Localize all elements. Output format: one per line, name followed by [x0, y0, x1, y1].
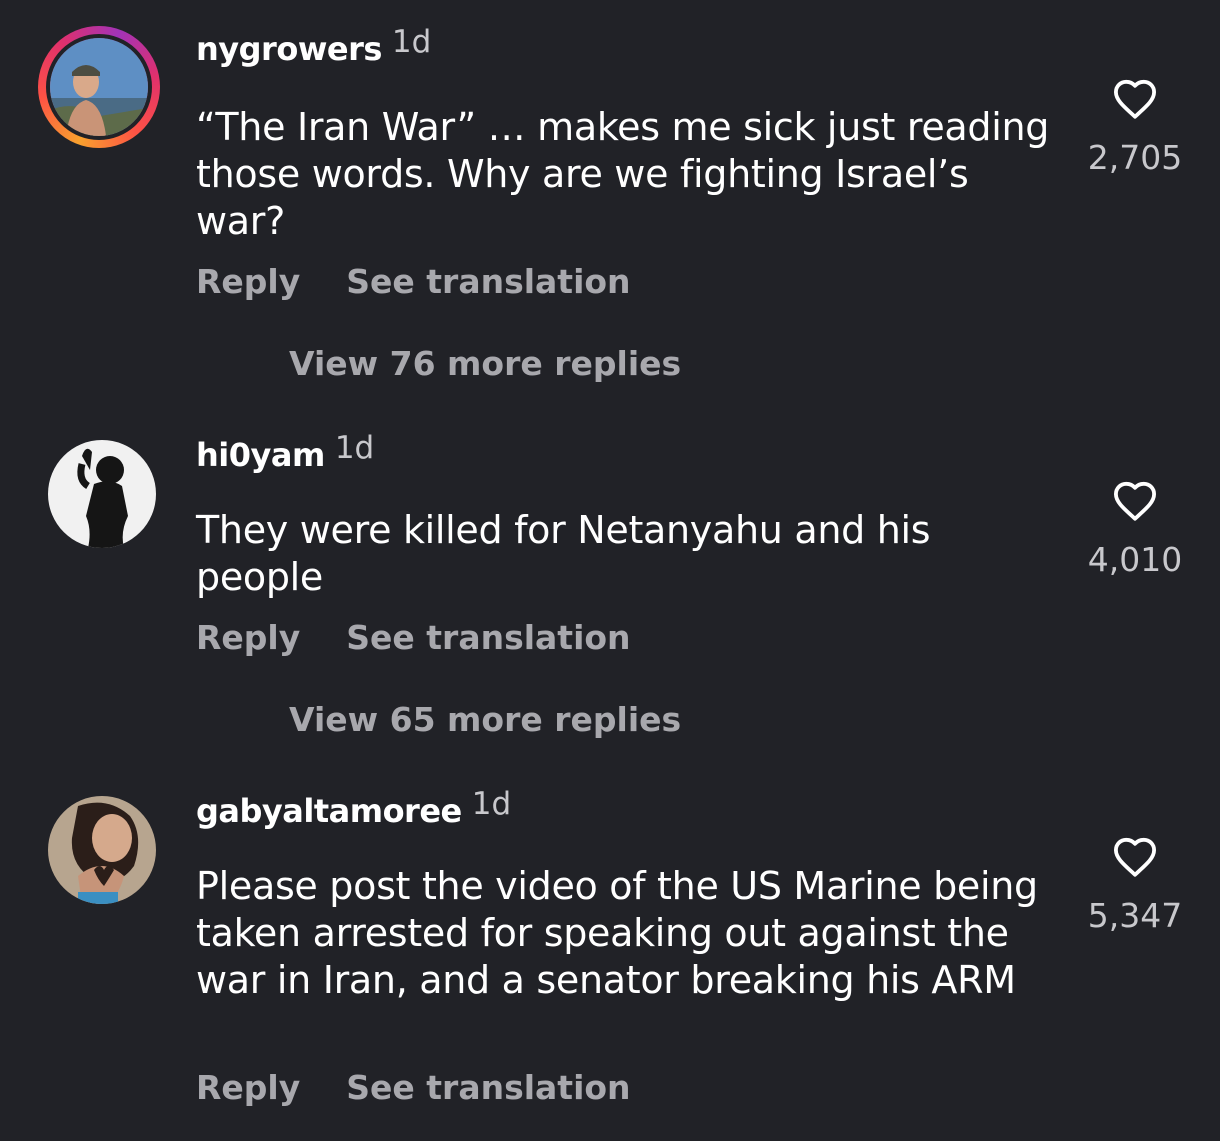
comment-item: gabyaltamoree 1d Please post the video of… — [0, 0, 1220, 1141]
comment-header: gabyaltamoree 1d — [196, 786, 511, 830]
profile-photo — [48, 796, 156, 904]
username[interactable]: gabyaltamoree — [196, 792, 462, 830]
avatar[interactable] — [48, 796, 156, 904]
reply-button[interactable]: Reply — [196, 1068, 300, 1107]
comment-actions: Reply See translation — [196, 1068, 631, 1107]
comment-text: Please post the video of the US Marine b… — [196, 864, 1038, 1002]
comment-time: 1d — [471, 786, 512, 822]
see-translation-button[interactable]: See translation — [346, 1068, 630, 1107]
like-count: 5,347 — [1087, 896, 1183, 935]
like-block: 5,347 — [1080, 836, 1190, 935]
heart-outline-icon[interactable] — [1112, 836, 1158, 878]
